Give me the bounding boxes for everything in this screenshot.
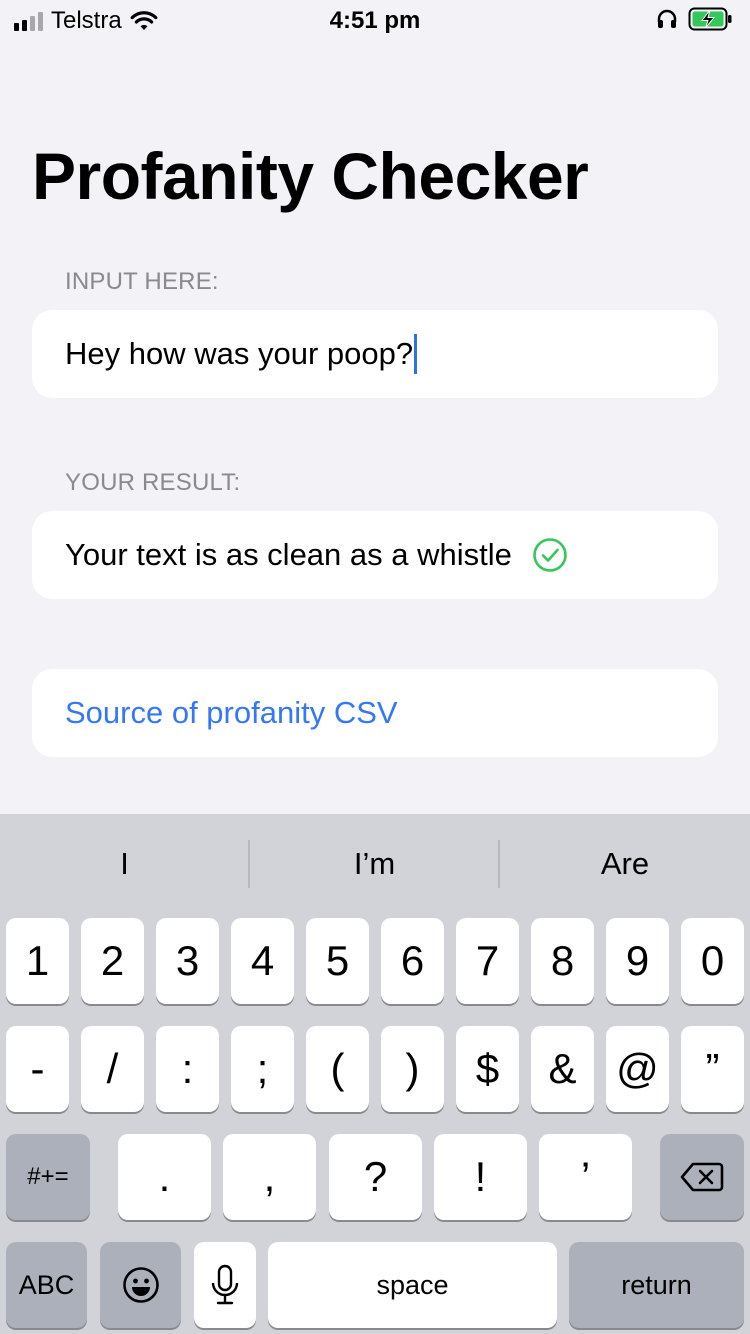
result-section-label: YOUR RESULT: (65, 469, 241, 496)
status-bar: Telstra 4:51 pm (0, 0, 750, 40)
key-more-symbols[interactable]: #+= (6, 1134, 90, 1220)
key-2[interactable]: 2 (81, 918, 144, 1004)
key-8[interactable]: 8 (531, 918, 594, 1004)
suggestion-1[interactable]: I (0, 814, 249, 914)
key-open-paren[interactable]: ( (306, 1026, 369, 1112)
key-7[interactable]: 7 (456, 918, 519, 1004)
input-field-text: Hey how was your poop? (65, 336, 414, 371)
input-section-label: INPUT HERE: (65, 268, 219, 295)
checkmark-circle-icon (532, 537, 568, 573)
key-hyphen[interactable]: - (6, 1026, 69, 1112)
delete-backward-icon (680, 1161, 724, 1193)
status-right (656, 7, 734, 31)
status-time: 4:51 pm (329, 7, 421, 34)
key-comma[interactable]: , (223, 1134, 316, 1220)
key-4[interactable]: 4 (231, 918, 294, 1004)
key-6[interactable]: 6 (381, 918, 444, 1004)
key-apostrophe[interactable]: ’ (539, 1134, 632, 1220)
key-ampersand[interactable]: & (531, 1026, 594, 1112)
emoji-key[interactable] (100, 1242, 181, 1328)
key-3[interactable]: 3 (156, 918, 219, 1004)
source-link-label[interactable]: Source of profanity CSV (65, 695, 398, 731)
key-slash[interactable]: / (81, 1026, 144, 1112)
dictation-key[interactable] (194, 1242, 256, 1328)
key-quote[interactable]: ” (681, 1026, 744, 1112)
key-question[interactable]: ? (329, 1134, 422, 1220)
key-exclamation[interactable]: ! (434, 1134, 527, 1220)
result-card: Your text is as clean as a whistle (32, 511, 718, 599)
suggestion-2[interactable]: I’m (250, 814, 499, 914)
return-key[interactable]: return (569, 1242, 744, 1328)
key-9[interactable]: 9 (606, 918, 669, 1004)
key-0[interactable]: 0 (681, 918, 744, 1004)
key-1[interactable]: 1 (6, 918, 69, 1004)
text-cursor (414, 334, 418, 374)
microphone-icon (210, 1264, 240, 1306)
battery-charging-icon (688, 7, 734, 31)
key-semicolon[interactable]: ; (231, 1026, 294, 1112)
key-dollar[interactable]: $ (456, 1026, 519, 1112)
screen: Telstra 4:51 pm Profanity Checker INPUT … (0, 0, 750, 1334)
key-at[interactable]: @ (606, 1026, 669, 1112)
input-field[interactable]: Hey how was your poop? (32, 310, 718, 398)
key-5[interactable]: 5 (306, 918, 369, 1004)
key-close-paren[interactable]: ) (381, 1026, 444, 1112)
page-title: Profanity Checker (32, 139, 589, 213)
space-key[interactable]: space (268, 1242, 557, 1328)
suggestion-3[interactable]: Are (500, 814, 750, 914)
key-abc[interactable]: ABC (6, 1242, 87, 1328)
key-period[interactable]: . (118, 1134, 211, 1220)
delete-key[interactable] (660, 1134, 744, 1220)
result-text: Your text is as clean as a whistle (65, 537, 512, 572)
emoji-icon (121, 1265, 161, 1305)
key-colon[interactable]: : (156, 1026, 219, 1112)
source-link[interactable]: Source of profanity CSV (32, 669, 718, 757)
headphones-icon (656, 8, 678, 30)
suggestion-bar: I I’m Are (0, 814, 750, 914)
keyboard: I I’m Are 1 2 3 4 5 6 7 8 9 0 - / : ; ( … (0, 814, 750, 1334)
